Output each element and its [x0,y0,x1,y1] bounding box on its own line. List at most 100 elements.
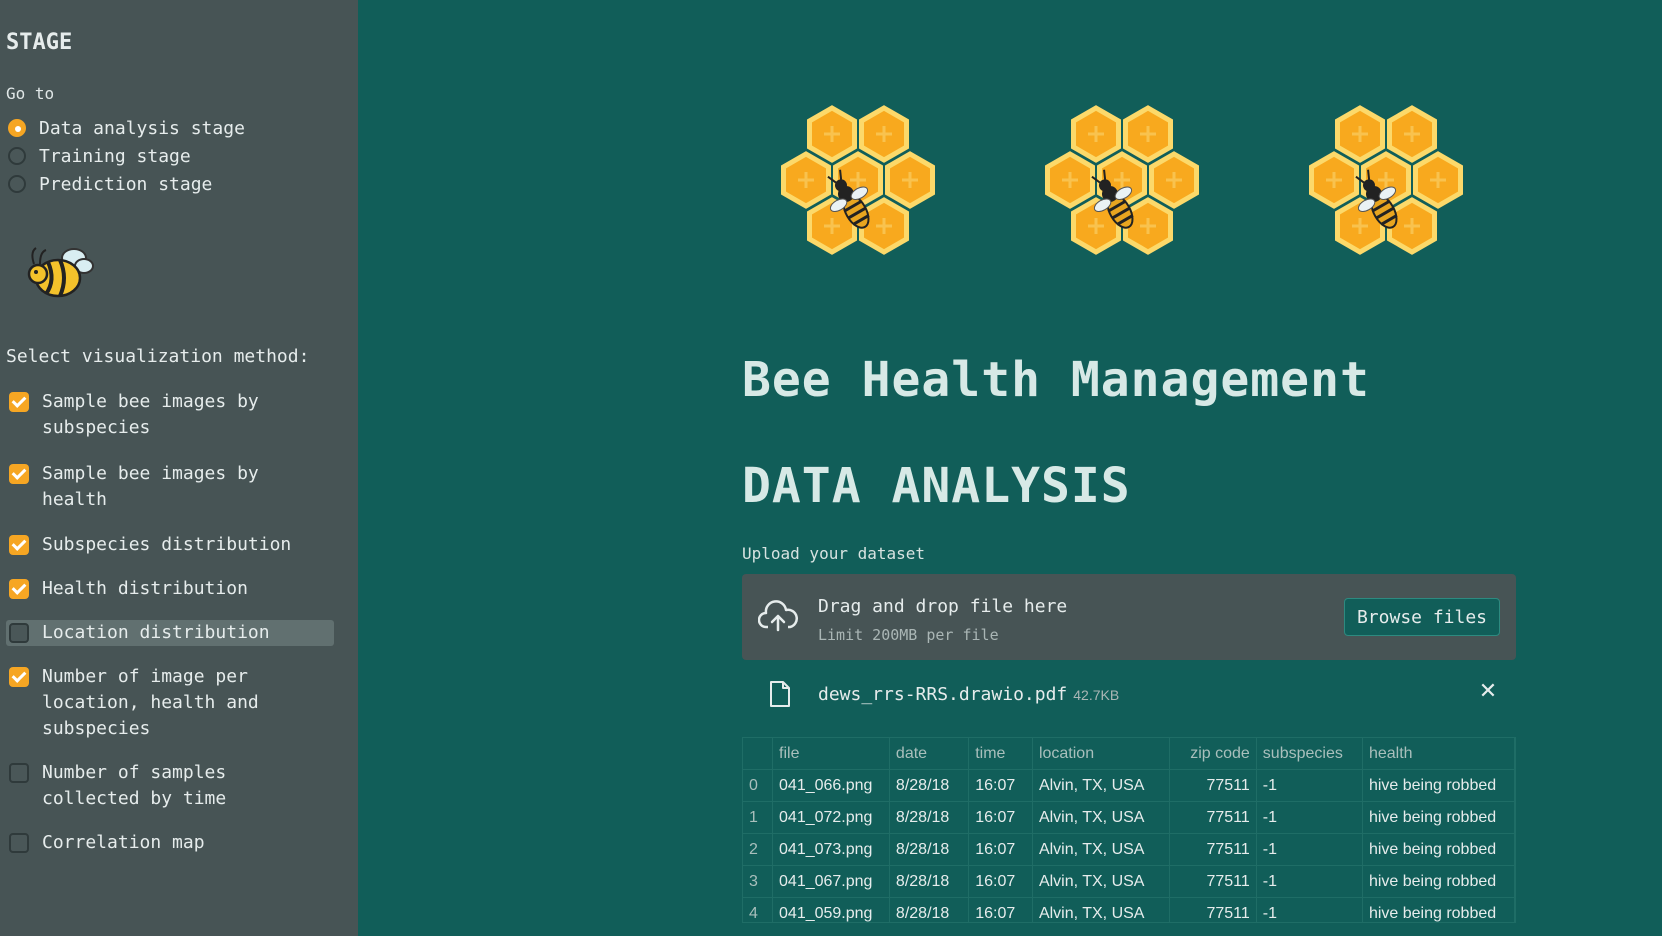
checkbox-checked[interactable] [9,535,29,555]
honeycomb-bee-icon [1044,104,1204,264]
file-limit-text: Limit 200MB per file [818,626,999,644]
radio-prediction[interactable]: Prediction stage [6,171,212,197]
checkbox-label: Sample bee images by health [42,463,259,510]
radio-label: Prediction stage [39,173,213,195]
section-title: DATA ANALYSIS [742,458,1131,514]
table-cell[interactable]: 16:07 [968,769,1033,802]
file-dropzone[interactable]: Drag and drop file here Limit 200MB per … [742,574,1516,660]
checkbox-unchecked[interactable] [9,833,29,853]
checkbox-correlation-map[interactable]: Correlation map [6,830,334,856]
checkbox-unchecked[interactable] [9,763,29,783]
table-cell[interactable]: hive being robbed [1362,865,1515,898]
file-size: 42.7KB [1073,687,1120,703]
radio-training[interactable]: Training stage [6,143,191,169]
file-icon [770,681,790,707]
table-cell[interactable]: 8/28/18 [889,769,970,802]
checkbox-images-per-location[interactable]: Number of image per location, health and… [6,664,334,742]
column-header[interactable] [743,738,774,770]
select-method-label: Select visualization method: [6,346,310,367]
radio-button-selected[interactable] [8,119,26,137]
sidebar: STAGE Go to Data analysis stage Training… [0,0,358,936]
checkbox-health-distribution[interactable]: Health distribution [6,576,334,602]
column-header[interactable]: date [889,738,970,770]
uploaded-file: dews_rrs-RRS.drawio.pdf 42.7KB ✕ [742,672,1516,716]
checkbox-sample-by-subspecies[interactable]: Sample bee images by subspecies [6,389,334,441]
table-cell[interactable]: 16:07 [968,833,1033,866]
checkbox-label: Number of image per location, health and… [42,666,259,739]
table-cell[interactable]: 041_059.png [772,897,890,922]
table-cell[interactable]: 3 [743,865,774,898]
table-cell[interactable]: -1 [1256,801,1363,834]
table-cell[interactable]: 77511 [1169,801,1257,834]
table-cell[interactable]: Alvin, TX, USA [1032,801,1170,834]
table-cell[interactable]: 16:07 [968,801,1033,834]
table-cell[interactable]: 77511 [1169,769,1257,802]
table-cell[interactable]: 77511 [1169,897,1257,922]
data-table[interactable]: file date time location zip code subspec… [742,737,1516,923]
checkbox-label: Number of samples collected by time [42,762,227,809]
checkbox-checked[interactable] [9,579,29,599]
radio-label: Data analysis stage [39,117,245,139]
honeycomb-bee-icon [1308,104,1468,264]
table-cell[interactable]: hive being robbed [1362,769,1515,802]
column-header[interactable]: health [1362,738,1515,770]
radio-label: Training stage [39,145,191,167]
column-header[interactable]: zip code [1169,738,1257,770]
column-header[interactable]: file [772,738,890,770]
table-row: 1 041_072.png 8/28/18 16:07 Alvin, TX, U… [743,801,1515,834]
honeycomb-bee-icon [780,104,940,264]
checkbox-label: Subspecies distribution [42,534,292,555]
table-cell[interactable]: 2 [743,833,774,866]
table-cell[interactable]: -1 [1256,865,1363,898]
checkbox-checked[interactable] [9,464,29,484]
table-cell[interactable]: Alvin, TX, USA [1032,897,1170,922]
table-cell[interactable]: 16:07 [968,865,1033,898]
checkbox-samples-by-time[interactable]: Number of samples collected by time [6,760,334,812]
table-row: 4 041_059.png 8/28/18 16:07 Alvin, TX, U… [743,897,1515,922]
table-row: 2 041_073.png 8/28/18 16:07 Alvin, TX, U… [743,833,1515,866]
table-cell[interactable]: Alvin, TX, USA [1032,769,1170,802]
browse-files-button[interactable]: Browse files [1344,598,1500,636]
table-cell[interactable]: 77511 [1169,865,1257,898]
table-cell[interactable]: 0 [743,769,774,802]
page-title: Bee Health Management [742,352,1370,408]
radio-data-analysis[interactable]: Data analysis stage [6,115,245,141]
table-cell[interactable]: 8/28/18 [889,897,970,922]
table-cell[interactable]: 77511 [1169,833,1257,866]
table-cell[interactable]: 8/28/18 [889,801,970,834]
table-cell[interactable]: 041_067.png [772,865,890,898]
checkbox-location-distribution[interactable]: Location distribution [6,620,334,646]
table-cell[interactable]: -1 [1256,833,1363,866]
table-cell[interactable]: 041_072.png [772,801,890,834]
table-cell[interactable]: hive being robbed [1362,801,1515,834]
table-cell[interactable]: -1 [1256,897,1363,922]
checkbox-subspecies-distribution[interactable]: Subspecies distribution [6,532,334,558]
close-icon[interactable]: ✕ [1476,680,1500,704]
radio-button[interactable] [8,175,26,193]
table-cell[interactable]: 041_073.png [772,833,890,866]
checkbox-label: Sample bee images by subspecies [42,391,259,438]
table-cell[interactable]: 8/28/18 [889,833,970,866]
checkbox-checked[interactable] [9,392,29,412]
checkbox-unchecked[interactable] [9,623,29,643]
table-cell[interactable]: Alvin, TX, USA [1032,865,1170,898]
checkbox-sample-by-health[interactable]: Sample bee images by health [6,461,334,513]
table-cell[interactable]: -1 [1256,769,1363,802]
cloud-upload-icon [758,600,798,632]
table-cell[interactable]: 041_066.png [772,769,890,802]
column-header[interactable]: location [1032,738,1170,770]
radio-button[interactable] [8,147,26,165]
table-header: file date time location zip code subspec… [743,738,1515,770]
column-header[interactable]: subspecies [1256,738,1363,770]
table-cell[interactable]: 1 [743,801,774,834]
table-cell[interactable]: 8/28/18 [889,865,970,898]
column-header[interactable]: time [968,738,1033,770]
table-row: 0 041_066.png 8/28/18 16:07 Alvin, TX, U… [743,769,1515,802]
table-cell[interactable]: 16:07 [968,897,1033,922]
checkbox-checked[interactable] [9,667,29,687]
table-cell[interactable]: hive being robbed [1362,897,1515,922]
bee-icon [27,247,94,298]
table-cell[interactable]: Alvin, TX, USA [1032,833,1170,866]
table-cell[interactable]: 4 [743,897,774,922]
table-cell[interactable]: hive being robbed [1362,833,1515,866]
